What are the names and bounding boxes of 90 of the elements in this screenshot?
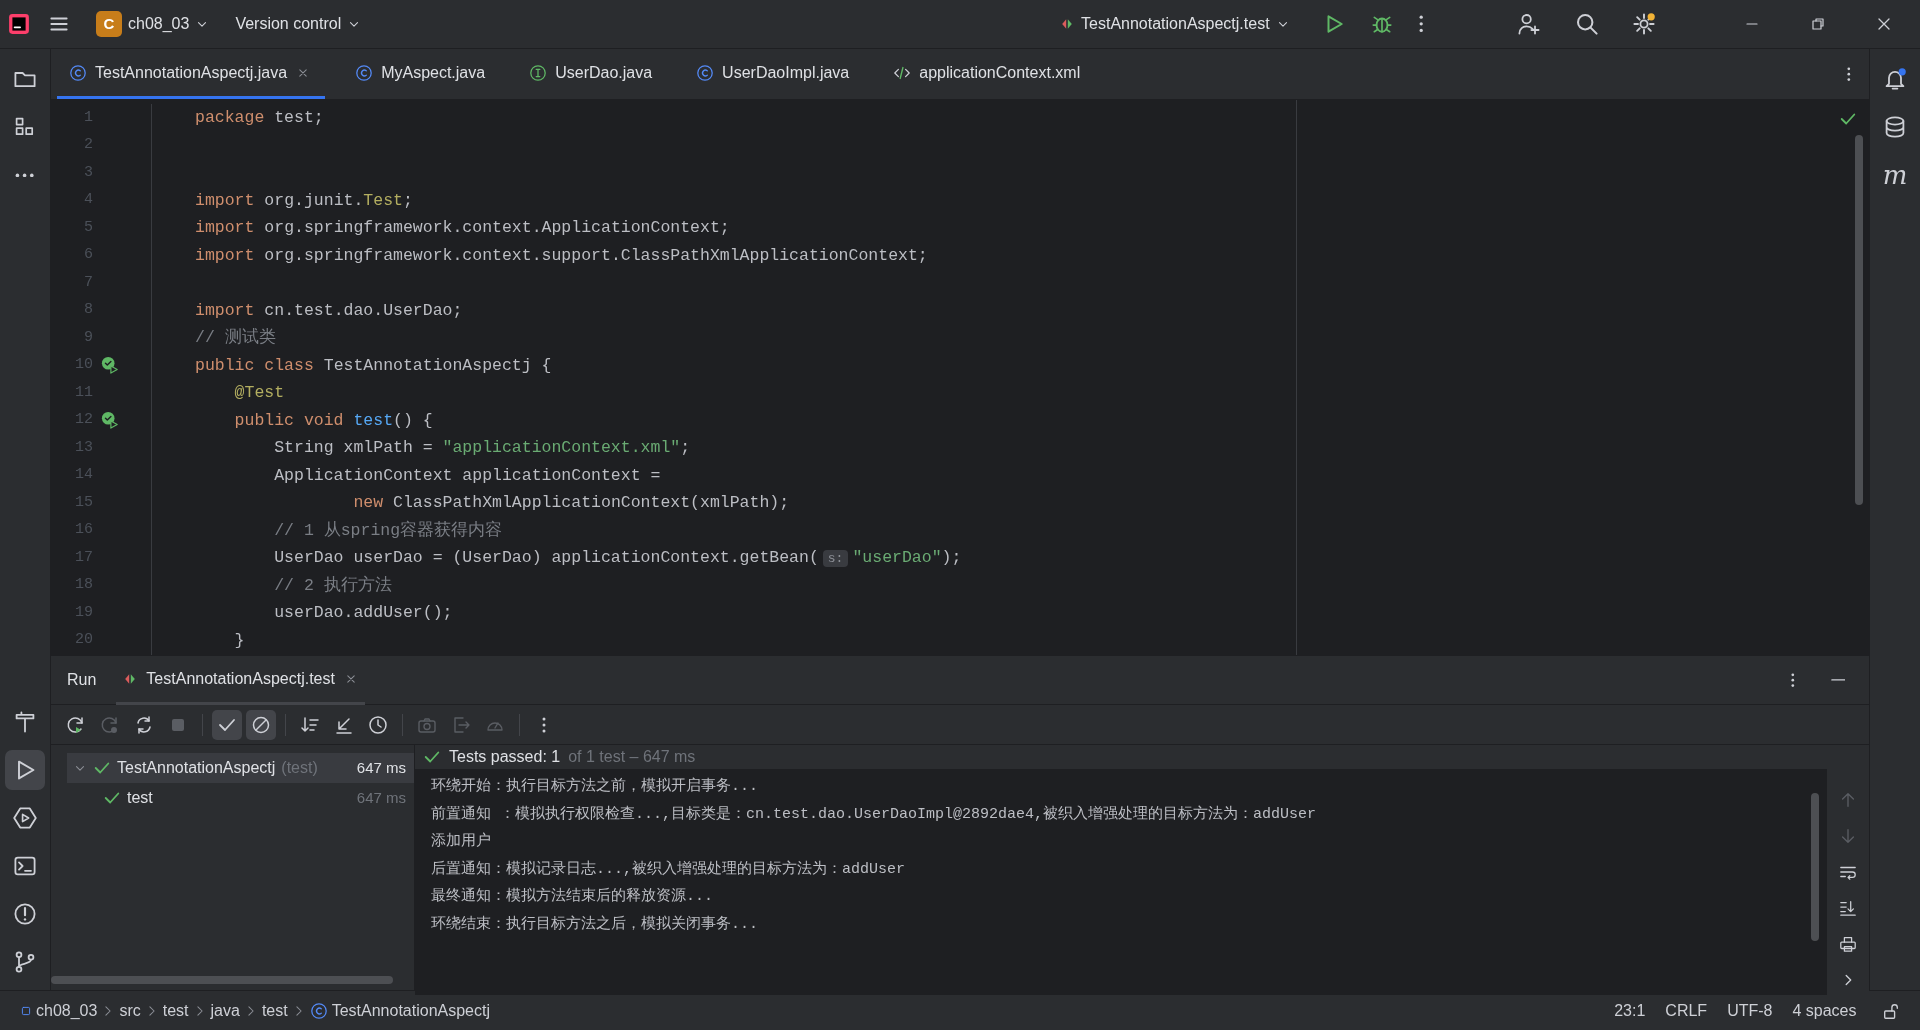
database-icon [1883, 115, 1907, 139]
class-icon [355, 63, 374, 82]
more-icon [15, 172, 35, 178]
test-status: Tests passed: 1 [449, 747, 561, 767]
sort-icon [300, 714, 320, 735]
search-icon [1574, 12, 1599, 36]
print-icon [1839, 935, 1857, 953]
terminal-icon [13, 854, 37, 878]
console-line: 最终通知：模拟方法结束后的释放资源... [431, 886, 714, 907]
services-icon [13, 806, 37, 830]
code-line: @Test [233, 382, 285, 404]
breadcrumb[interactable]: test [158, 998, 193, 1023]
hammer-icon [13, 710, 37, 734]
status-item[interactable]: CRLF [1655, 998, 1718, 1023]
check-button[interactable] [212, 709, 242, 740]
code-line: // 测试类 [195, 327, 276, 349]
version-control-menu[interactable]: Version control [227, 8, 370, 40]
parameter-hint: s: [822, 550, 849, 567]
module-icon [20, 1004, 32, 1017]
interface-icon [529, 63, 548, 82]
run-configuration-selector[interactable]: TestAnnotationAspectj.test [1051, 8, 1298, 40]
more-icon [1847, 66, 1851, 82]
code-line: import org.springframework.context.ApplicationContext; [195, 217, 730, 239]
editor-tab[interactable]: applicationContext.xml [881, 49, 1095, 99]
breadcrumb[interactable]: TestAnnotationAspectj [305, 998, 494, 1023]
rerun-icon [66, 714, 86, 735]
run-tool-button[interactable] [5, 750, 45, 790]
class-icon [696, 63, 715, 82]
class-icon [309, 1001, 328, 1020]
run-tab[interactable]: TestAnnotationAspectj.test [116, 655, 365, 705]
test-tree-row[interactable]: test 647 ms [67, 783, 414, 813]
exclamation-icon [13, 902, 37, 926]
scrollbar-thumb[interactable] [1811, 793, 1819, 941]
scrollbar-thumb[interactable] [51, 976, 393, 984]
ignored-icon [251, 714, 271, 735]
code-line: // 1 从spring容器获得内容 [273, 519, 503, 542]
code-line: import org.springframework.context.support.ClassPathXmlApplicationContext; [195, 244, 928, 267]
rerun-failed-icon [100, 714, 120, 735]
code-line: import cn.test.dao.UserDao; [195, 299, 463, 322]
code-line: userDao.addUser(); [273, 602, 453, 624]
breadcrumb[interactable]: java [206, 998, 244, 1023]
code-line: // 2 执行方法 [273, 574, 392, 597]
code-line: package test; [195, 107, 324, 129]
code-line: UserDao userDao = (UserDao) applicationContext.getBean( s: "userDao"); [273, 547, 962, 569]
maven-button[interactable]: m [1875, 155, 1915, 195]
more-icon [1791, 672, 1795, 688]
scrollbar-thumb[interactable] [1855, 135, 1863, 505]
code-line: import org.junit.Test; [195, 189, 413, 212]
export-icon [451, 714, 471, 735]
more-icon [542, 716, 546, 733]
editor-tab[interactable]: UserDao.java [517, 49, 667, 99]
panel-title: Run [67, 670, 97, 690]
console-line: 环绕结束：执行目标方法之后，模拟关闭事务... [431, 914, 759, 935]
lock-icon [1882, 1001, 1900, 1020]
console-line: 环绕开始：执行目标方法之前，模拟开启事务... [431, 776, 759, 797]
console-line: 后置通知：模拟记录日志...,被织入增强处理的目标方法为：addUser [431, 859, 907, 880]
ignored-button[interactable] [246, 709, 276, 740]
breadcrumb[interactable]: src [115, 998, 145, 1023]
status-item[interactable]: UTF-8 [1717, 998, 1783, 1023]
minimize-icon [1830, 679, 1845, 681]
up-arrow-icon [1839, 791, 1857, 809]
test-tree-row[interactable]: TestAnnotationAspectj (test) 647 ms [67, 753, 414, 783]
breadcrumb[interactable]: test [257, 998, 292, 1023]
status-item[interactable]: 23:1 [1604, 998, 1656, 1023]
editor-tab[interactable]: UserDaoImpl.java [684, 49, 864, 99]
project-switcher[interactable]: C ch08_03 [88, 7, 218, 41]
class-icon [69, 63, 87, 82]
status-item[interactable]: 4 spaces [1782, 998, 1867, 1023]
app-logo-icon [8, 13, 30, 35]
code-line: public void test() { [233, 409, 433, 432]
auto-rerun-icon [134, 714, 154, 735]
code-line: } [233, 629, 245, 652]
editor-tab[interactable]: MyAspect.java [343, 49, 500, 99]
add-user-icon [1517, 12, 1541, 36]
breadcrumb[interactable]: ch08_03 [16, 998, 102, 1023]
code-line: ApplicationContext applicationContext = [273, 464, 661, 487]
console-line: 前置通知 ：模拟执行权限检查...,目标类是：cn.test.dao.UserDaoImpl@2892dae4,被织入增强处理的目标方法为：addUser [431, 804, 1318, 825]
more-icon [1419, 15, 1424, 33]
down-arrow-icon [1839, 827, 1857, 845]
minimize-icon [1746, 23, 1758, 25]
settings-icon [1632, 12, 1656, 36]
console-line: 添加用户 [431, 831, 492, 852]
scroll-to-end-icon [1839, 899, 1857, 917]
code-line: new ClassPathXmlApplicationContext(xmlPath); [352, 492, 790, 514]
code-line: String xmlPath = "applicationContext.xml"; [273, 437, 691, 459]
code-line: public class TestAnnotationAspectj { [195, 354, 552, 377]
test-summary: of 1 test – 647 ms [568, 747, 696, 767]
branch-icon [13, 950, 37, 974]
clock-icon [368, 714, 388, 735]
bell-icon [1883, 67, 1907, 91]
